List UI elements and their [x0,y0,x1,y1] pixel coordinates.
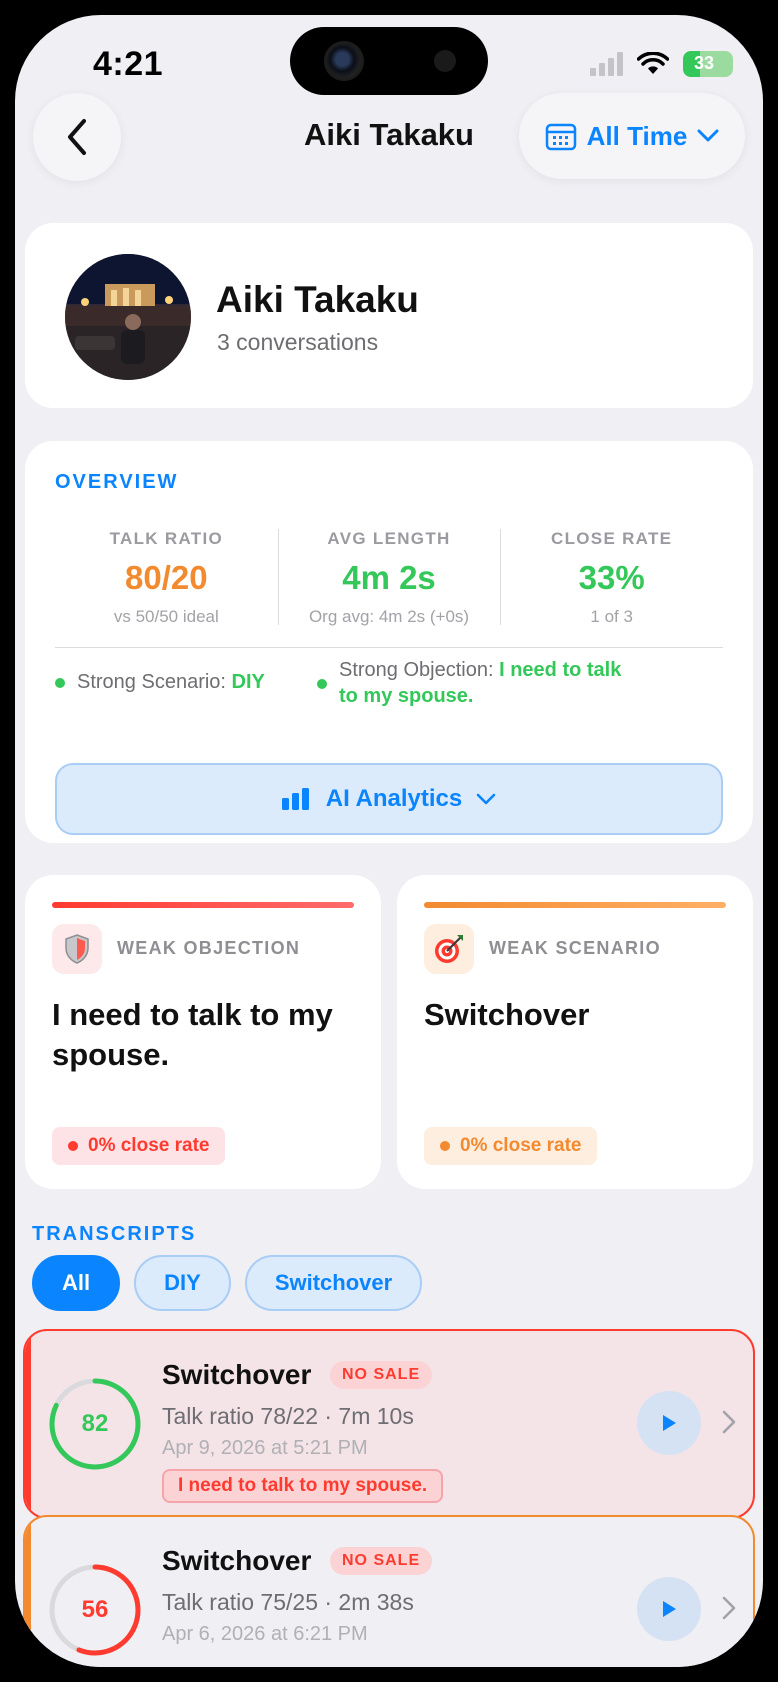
target-icon [424,924,474,974]
weak-objection-title: I need to talk to my spouse. [52,997,333,1072]
chevron-down-icon [476,793,496,805]
signal-icon [590,52,623,76]
time-filter-button[interactable]: All Time [519,93,745,179]
time-filter-label: All Time [586,120,688,151]
weak-scenario-title: Switchover [424,997,590,1032]
strong-scenario: Strong Scenario: DIY [55,669,265,695]
profile-name: Aiki Takaku [216,279,419,320]
status-icons: 33 [590,51,733,77]
metric-avg-length: AVG LENGTH 4m 2s Org avg: 4m 2s (+0s) [277,529,501,629]
transcript-filters: All DIY Switchover [32,1255,423,1311]
metric-value: 80/20 [125,559,208,596]
metrics-row: TALK RATIO 80/20 vs 50/50 ideal AVG LENG… [55,529,723,629]
divider [55,647,723,648]
conversation-count: 3 conversations [217,329,379,355]
screen: 4:21 33 Aiki Takaku All Time Aiki Takaku… [15,15,763,1667]
metric-label: CLOSE RATE [551,529,673,548]
ai-analytics-button[interactable]: AI Analytics [55,763,723,835]
strong-objection: Strong Objection: I need to talk to my s… [317,657,697,709]
score-value: 56 [81,1596,109,1623]
metric-value: 33% [578,559,645,596]
metric-close-rate: CLOSE RATE 33% 1 of 3 [500,529,723,629]
row-date: Apr 9, 2026 at 5:21 PM [162,1437,368,1459]
phone-frame: 4:21 33 Aiki Takaku All Time Aiki Takaku… [0,0,778,1682]
wifi-icon [637,52,669,74]
row-summary: Talk ratio 78/22 · 7m 10s [162,1403,414,1429]
row-date: Apr 6, 2026 at 6:21 PM [162,1623,368,1645]
chevron-down-icon [697,129,719,142]
shield-icon [52,924,102,974]
chevron-right-icon [722,1596,736,1620]
battery-icon: 33 [683,51,733,77]
weak-objection-label: WEAK OBJECTION [117,938,301,958]
metric-sub: vs 50/50 ideal [113,607,219,626]
strong-scenario-value: DIY [231,671,265,693]
metric-label: TALK RATIO [109,529,224,548]
calendar-icon [545,123,576,151]
strong-scenario-label: Strong Scenario: [77,671,232,693]
status-dot [317,679,327,689]
metric-sub: 1 of 3 [590,607,633,626]
chevron-right-icon [722,1410,736,1434]
overview-card: OVERVIEW TALK RATIO 80/20 vs 50/50 ideal… [25,441,753,843]
play-button[interactable] [637,1577,701,1641]
row-title: Switchover [162,1545,312,1576]
sensor-icon [434,50,456,72]
filter-chip-diy[interactable]: DIY [134,1255,231,1311]
transcript-row[interactable]: 56 Switchover NO SALE Talk ratio 75/25 ·… [23,1515,755,1667]
close-rate-pill: 0% close rate [52,1127,226,1165]
battery-level: 33 [693,53,715,73]
play-button[interactable] [637,1391,701,1455]
weak-objection-card[interactable]: WEAK OBJECTION I need to talk to my spou… [25,875,381,1189]
status-dot [55,678,65,688]
profile-card: Aiki Takaku 3 conversations [25,223,753,408]
weak-scenario-label: WEAK SCENARIO [489,938,661,958]
status-time: 4:21 [93,45,164,83]
filter-chip-all[interactable]: All [32,1255,121,1311]
score-value: 82 [81,1410,109,1437]
transcript-row[interactable]: 82 Switchover NO SALE Talk ratio 78/22 ·… [23,1329,755,1519]
play-icon [663,1415,676,1431]
ai-analytics-label: AI Analytics [325,785,463,812]
status-badge: NO SALE [330,1361,433,1389]
strong-objection-value: I need to talk [499,659,622,681]
play-icon [663,1601,676,1617]
filter-chip-switchover[interactable]: Switchover [244,1255,423,1311]
transcripts-label: TRANSCRIPTS [32,1223,197,1245]
accent-bar [52,902,354,908]
accent-bar [424,902,726,908]
dynamic-island [290,27,488,95]
bar-chart-icon [281,788,309,810]
close-rate-pill: 0% close rate [424,1127,598,1165]
avatar [65,254,191,380]
metric-label: AVG LENGTH [327,529,451,548]
camera-icon [324,41,364,81]
metric-sub: Org avg: 4m 2s (+0s) [308,607,470,626]
strong-objection-label: Strong Objection: [339,659,500,681]
objection-tag: I need to talk to my spouse. [162,1469,444,1503]
row-summary: Talk ratio 75/25 · 2m 38s [162,1589,414,1615]
strong-objection-value-cont: to my spouse. [339,685,474,707]
weak-scenario-card[interactable]: WEAK SCENARIO Switchover 0% close rate [397,875,753,1189]
row-title: Switchover [162,1359,312,1390]
status-badge: NO SALE [330,1547,433,1575]
overview-label: OVERVIEW [55,471,179,493]
metric-talk-ratio: TALK RATIO 80/20 vs 50/50 ideal [55,529,278,629]
metric-value: 4m 2s [342,559,436,596]
